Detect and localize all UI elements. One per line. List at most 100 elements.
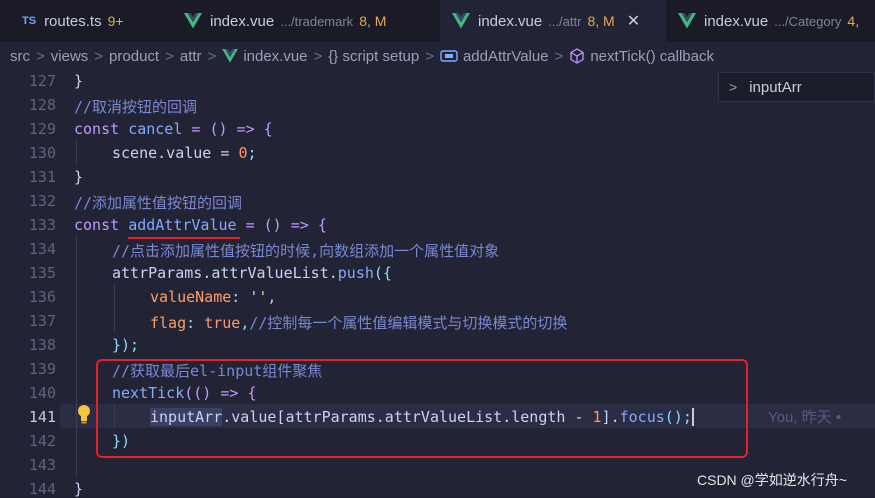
line-number: 128 <box>28 96 56 114</box>
code-token: .attrValueList. <box>202 264 338 282</box>
line-number: 133 <box>28 216 56 234</box>
lightbulb-icon[interactable] <box>76 404 92 428</box>
tab-status: 9+ <box>107 13 124 29</box>
code-token: } <box>74 168 84 186</box>
method-cube-icon <box>569 48 585 64</box>
code-line-127: } <box>74 72 83 90</box>
breadcrumb-separator: > <box>36 47 45 65</box>
code-comment: //点击添加属性值按钮的时候,向数组添加一个属性值对象 <box>112 242 500 260</box>
code-token: } <box>74 72 84 90</box>
code-token: , <box>240 314 250 332</box>
code-line-129: const cancel = () => { <box>74 120 273 138</box>
line-number: 136 <box>28 288 56 306</box>
code-line-132: //添加属性值按钮的回调 <box>74 192 242 213</box>
line-number: 143 <box>28 456 56 474</box>
breadcrumb-item-product[interactable]: product <box>109 48 159 65</box>
indent-guide <box>76 140 77 164</box>
tab-label: index.vue <box>704 12 769 30</box>
line-number: 130 <box>28 144 56 162</box>
code-line-144: } <box>74 480 83 498</box>
tab-status: 4, <box>847 13 860 29</box>
indent-guide <box>114 284 115 332</box>
code-function-name: push <box>337 264 374 282</box>
indent-guide <box>76 236 77 476</box>
line-number-current: 141 <box>28 408 56 426</box>
code-token: , <box>267 288 277 306</box>
breadcrumb-item-attr[interactable]: attr <box>180 48 202 65</box>
breadcrumb-item-file[interactable]: index.vue <box>243 48 307 65</box>
code-token: : <box>186 314 205 332</box>
line-number: 127 <box>28 72 56 90</box>
vue-icon <box>222 49 239 63</box>
vue-icon <box>452 13 470 29</box>
code-function-name: addAttrValue <box>128 216 237 234</box>
code-line-130: scene.value = 0; <box>112 144 257 162</box>
code-token: = () => { <box>236 216 327 234</box>
breadcrumb-separator: > <box>425 47 434 65</box>
git-blame-annotation: You, 昨天 • <box>768 409 842 426</box>
code-token: } <box>74 480 84 498</box>
code-comment: //取消按钮的回调 <box>74 98 198 116</box>
breadcrumb-item-src[interactable]: src <box>10 48 30 65</box>
breadcrumb-separator: > <box>554 47 564 65</box>
close-icon[interactable]: ✕ <box>627 11 640 31</box>
line-number: 132 <box>28 192 56 210</box>
code-variable: attrParams <box>112 264 203 282</box>
line-number: 129 <box>28 120 56 138</box>
code-token: }); <box>112 336 140 354</box>
code-line-134: //点击添加属性值按钮的时候,向数组添加一个属性值对象 <box>112 240 499 261</box>
breadcrumb-item-script-setup[interactable]: {} script setup <box>328 48 419 65</box>
code-variable: scene <box>112 144 158 162</box>
breadcrumb-separator: > <box>94 47 104 65</box>
find-input[interactable]: inputArr <box>749 79 802 96</box>
code-line-131: } <box>74 168 83 186</box>
line-number: 137 <box>28 312 56 330</box>
line-number: 139 <box>28 360 56 378</box>
code-token: .value = <box>157 144 239 162</box>
code-line-138: }); <box>112 336 139 354</box>
code-token: : <box>231 288 250 306</box>
variable-icon <box>440 50 458 62</box>
code-property: valueName <box>150 288 232 306</box>
tab-routes-ts[interactable]: TS routes.ts 9+ <box>0 0 172 42</box>
vue-icon <box>678 13 696 29</box>
code-comment: //添加属性值按钮的回调 <box>74 194 243 212</box>
find-widget[interactable]: > inputArr <box>718 72 875 102</box>
code-line-128: //取消按钮的回调 <box>74 96 197 117</box>
tab-label: index.vue <box>478 12 543 30</box>
tab-path: .../Category <box>774 13 842 29</box>
chevron-right-icon[interactable]: > <box>729 79 737 95</box>
breadcrumb-item-views[interactable]: views <box>51 48 89 65</box>
tab-status: 8, M <box>359 13 387 29</box>
line-number: 142 <box>28 432 56 450</box>
code-comment: //控制每一个属性值编辑模式与切换模式的切换 <box>249 314 568 332</box>
line-number: 131 <box>28 168 56 186</box>
tab-label: index.vue <box>210 12 275 30</box>
tab-trademark-index[interactable]: index.vue .../trademark 8, M <box>172 0 440 42</box>
code-property: flag <box>150 314 187 332</box>
tab-path: .../attr <box>548 13 582 29</box>
breadcrumb-item-function[interactable]: addAttrValue <box>463 48 549 65</box>
vue-icon <box>184 13 202 29</box>
code-boolean: true <box>204 314 241 332</box>
code-line-133: const addAttrValue = () => { <box>74 216 327 234</box>
breadcrumb-separator: > <box>165 47 174 65</box>
breadcrumb: src > views > product > attr > index.vue… <box>0 42 875 70</box>
line-number: 144 <box>28 480 56 498</box>
tab-label: routes.ts <box>44 12 102 30</box>
tab-status: 8, M <box>587 13 615 29</box>
code-line-135: attrParams.attrValueList.push({ <box>112 264 392 282</box>
breadcrumb-item-callback[interactable]: nextTick() callback <box>590 48 714 65</box>
code-string: '' <box>249 288 268 306</box>
line-number: 134 <box>28 240 56 258</box>
tab-attr-index[interactable]: index.vue .../attr 8, M ✕ <box>440 0 666 42</box>
watermark: CSDN @学如逆水行舟~ <box>697 472 847 488</box>
code-line-136: valueName: '', <box>150 288 276 306</box>
code-token: ({ <box>373 264 392 282</box>
line-number: 135 <box>28 264 56 282</box>
line-number: 138 <box>28 336 56 354</box>
tab-category-index[interactable]: index.vue .../Category 4, <box>666 0 875 42</box>
line-number: 140 <box>28 384 56 402</box>
editor-tab-bar: TS routes.ts 9+ index.vue .../trademark … <box>0 0 875 43</box>
breadcrumb-separator: > <box>313 47 323 65</box>
